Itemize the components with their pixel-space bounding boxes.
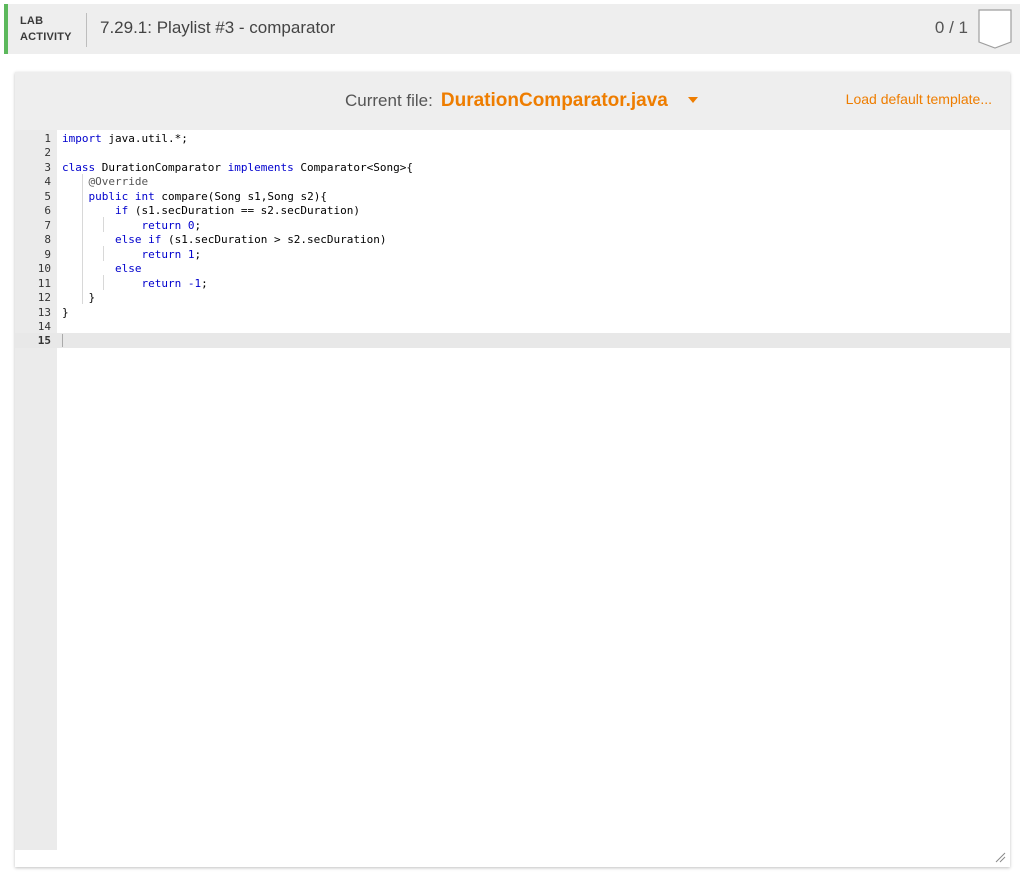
code-text: else [114,262,142,275]
line-number: 11 [37,277,51,290]
code-text: public int compare(Song s1,Song s2){ [88,190,327,203]
line-number: 8 [44,233,51,246]
line-number: 3 [44,161,51,174]
code-line: 5 public int compare(Song s1,Song s2){ [15,190,1010,204]
current-file-selector[interactable]: Current file: DurationComparator.java [345,90,698,114]
code-line: 12 } [15,291,1010,305]
code-text: else if (s1.secDuration > s2.secDuration… [114,233,387,246]
code-line: 10 else [15,262,1010,276]
activity-label-line1: LAB [20,15,44,27]
activity-title: 7.29.1: Playlist #3 - comparator [100,18,336,37]
code-line: 14 [15,320,1010,334]
score-text: 0 / 1 [934,18,968,37]
code-text: return -1; [141,277,208,290]
code-text: import java.util.*; [62,132,188,145]
code-line: 15 [15,334,1010,348]
code-text: } [62,291,96,304]
current-file-name[interactable]: DurationComparator.java [441,90,668,112]
load-default-template-link[interactable]: Load default template... [846,91,992,107]
line-number: 13 [37,306,51,319]
line-number: 6 [44,204,51,217]
activity-type-label: LAB ACTIVITY [20,13,72,45]
header-divider [86,13,87,47]
line-number: 9 [44,248,51,261]
activity-label-line2: ACTIVITY [20,31,72,43]
code-line: 1 import java.util.*; [15,132,1010,146]
current-file-label: Current file: [345,91,433,110]
code-text: class DurationComparator implements Comp… [62,161,414,174]
line-number: 14 [37,320,51,333]
line-number: 15 [37,334,51,347]
badge-icon [978,9,1012,49]
line-number: 1 [44,132,51,145]
line-number: 10 [37,262,51,275]
lab-activity-header: LAB ACTIVITY 7.29.1: Playlist #3 - compa… [4,4,1020,54]
code-line: 8 else if (s1.secDuration > s2.secDurati… [15,233,1010,247]
line-number: 4 [44,175,51,188]
code-text: return 0; [141,219,202,232]
code-line: 3 class DurationComparator implements Co… [15,161,1010,175]
code-text: } [62,306,69,319]
code-line: 4 @Override [15,175,1010,189]
code-text: if (s1.secDuration == s2.secDuration) [114,204,361,217]
resize-handle-icon[interactable] [994,851,1006,863]
line-number: 5 [44,190,51,203]
code-line: 13 } [15,306,1010,320]
line-number: 2 [44,146,51,159]
line-number: 12 [37,291,51,304]
code-line: 2 [15,146,1010,160]
editor-toolbar: Current file: DurationComparator.java Lo… [15,72,1010,130]
text-cursor [62,334,63,347]
line-number: 7 [44,219,51,232]
code-line: 6 if (s1.secDuration == s2.secDuration) [15,204,1010,218]
code-text: return 1; [141,248,202,261]
caret-down-icon[interactable] [687,97,698,103]
code-line: 9 return 1; [15,248,1010,262]
code-line: 11 return -1; [15,277,1010,291]
code-editor[interactable]: 1 import java.util.*; 2 3 class Duration… [15,130,1010,850]
code-editor-panel: Current file: DurationComparator.java Lo… [15,72,1010,867]
code-text: @Override [88,175,149,188]
code-line: 7 return 0; [15,219,1010,233]
